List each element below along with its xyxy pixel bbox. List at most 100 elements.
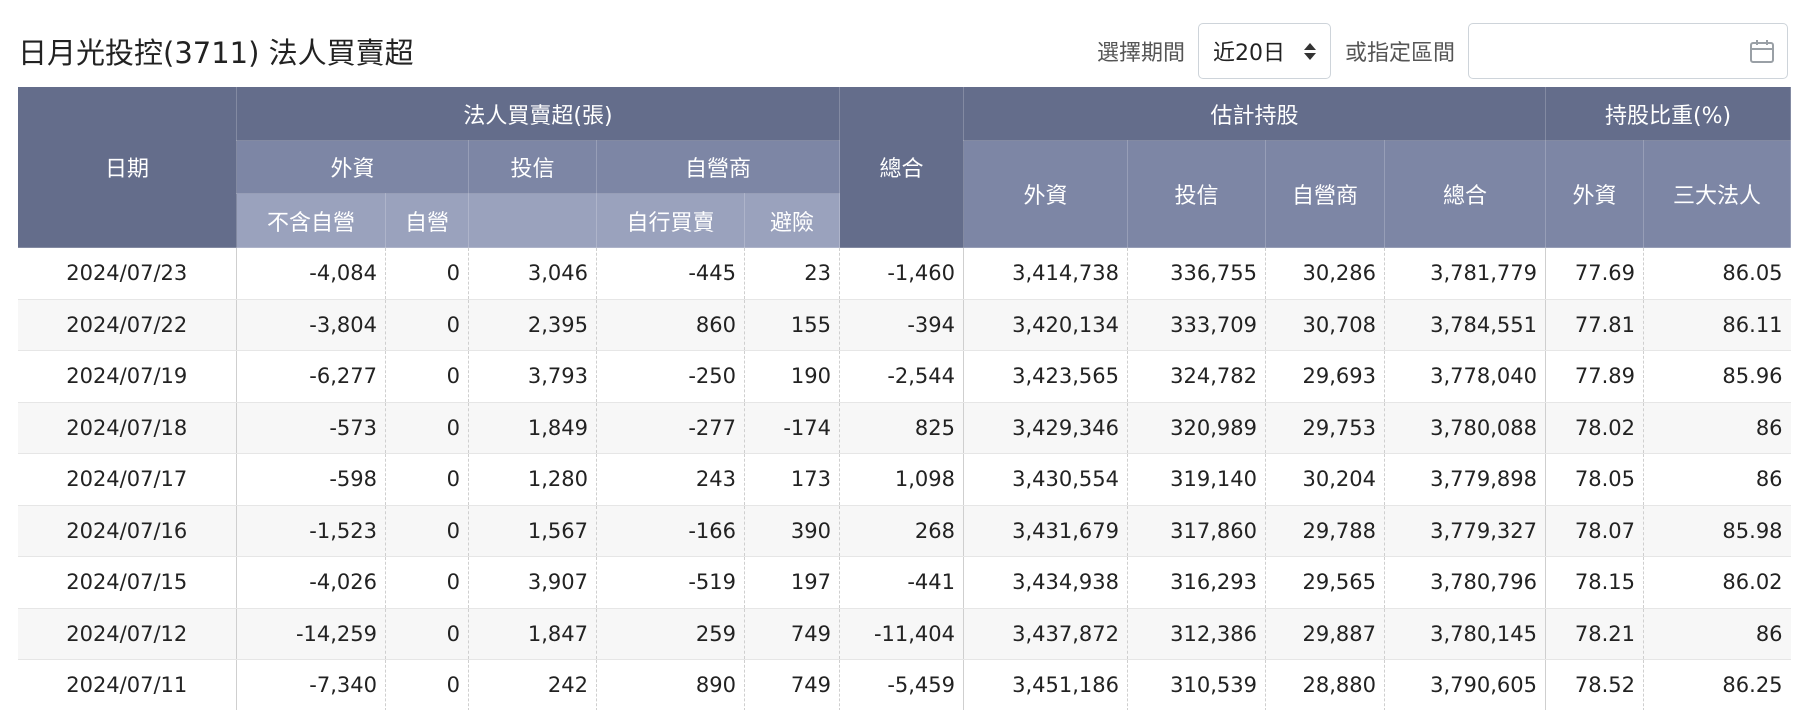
cell-trust: 3,793 (468, 350, 597, 403)
cell-date: 2024/07/23 (17, 247, 237, 300)
table-row: 2024/07/22 -3,804 0 2,395 860 155 -394 3,420,13… (17, 299, 1791, 351)
cell-holding-total: 3,780,088 (1384, 402, 1547, 454)
cell-holding-foreign: 3,420,134 (963, 299, 1129, 351)
header-foreign-excl[interactable]: 不含自營 (236, 193, 386, 248)
cell-holding-total: 3,779,898 (1384, 453, 1547, 506)
cell-holding-dealer: 28,880 (1265, 659, 1386, 710)
cell-dealer-self: 890 (596, 659, 745, 710)
cell-total: 1,098 (839, 453, 965, 506)
table-row: 2024/07/17 -598 0 1,280 243 173 1,098 3,430,554… (17, 453, 1791, 506)
cell-holding-trust: 320,989 (1127, 402, 1267, 454)
header-dealer-self[interactable]: 自行買賣 (596, 193, 745, 248)
cell-holding-total: 3,790,605 (1384, 659, 1547, 710)
cell-holding-total: 3,778,040 (1384, 350, 1547, 403)
cell-holding-foreign: 3,430,554 (963, 453, 1129, 506)
cell-foreign-excl: -598 (236, 453, 386, 506)
date-range-input[interactable] (1469, 24, 1787, 78)
header-net-group: 法人買賣超(張) (235, 86, 841, 141)
cell-holding-total: 3,784,551 (1384, 299, 1547, 351)
cell-holding-dealer: 29,693 (1265, 350, 1386, 403)
cell-dealer-hedge: 197 (744, 556, 841, 609)
cell-holding-total: 3,780,796 (1384, 556, 1547, 609)
cell-date: 2024/07/18 (17, 402, 237, 454)
cell-dealer-hedge: 190 (744, 350, 841, 403)
cell-ratio-foreign: 78.07 (1545, 505, 1645, 557)
header-trust[interactable]: 投信 (468, 140, 597, 194)
cell-holding-dealer: 30,286 (1265, 247, 1386, 300)
table-row: 2024/07/12 -14,259 0 1,847 259 749 -11,404 3,43… (17, 608, 1791, 660)
cell-holding-foreign: 3,429,346 (963, 402, 1129, 454)
cell-holding-trust: 336,755 (1127, 247, 1267, 300)
cell-dealer-self: 860 (596, 299, 745, 351)
header-dealer: 自營商 (595, 140, 841, 194)
cell-foreign-dealer: 0 (385, 505, 469, 557)
cell-holding-total: 3,779,327 (1384, 505, 1547, 557)
cell-ratio-foreign: 78.21 (1545, 608, 1645, 660)
period-select-value: 近20日 (1212, 41, 1285, 66)
period-select[interactable]: 近20日 (1197, 23, 1331, 79)
cell-ratio-three: 86.11 (1643, 299, 1791, 351)
cell-ratio-foreign: 77.89 (1545, 350, 1645, 403)
header-date[interactable]: 日期 (17, 86, 237, 248)
cell-dealer-self: 243 (596, 453, 745, 506)
cell-holding-foreign: 3,451,186 (963, 659, 1129, 710)
cell-total: -5,459 (839, 659, 965, 710)
header-dealer-hedge[interactable]: 避險 (743, 193, 841, 248)
cell-trust: 3,046 (468, 247, 597, 300)
header-ratio-three[interactable]: 三大法人 (1643, 140, 1792, 248)
table-row: 2024/07/15 -4,026 0 3,907 -519 197 -441 3,434,9… (17, 556, 1791, 609)
cell-foreign-dealer: 0 (385, 608, 469, 660)
cell-total: -11,404 (839, 608, 965, 660)
cell-holding-foreign: 3,431,679 (963, 505, 1129, 557)
cell-ratio-three: 86 (1643, 453, 1791, 506)
cell-date: 2024/07/11 (17, 659, 237, 710)
cell-dealer-self: -519 (596, 556, 745, 609)
header-holding-total[interactable]: 總合 (1384, 140, 1547, 248)
cell-ratio-three: 85.96 (1643, 350, 1791, 403)
range-label: 或指定區間 (1344, 41, 1455, 66)
cell-dealer-hedge: 749 (744, 659, 841, 710)
cell-holding-dealer: 30,708 (1265, 299, 1386, 351)
cell-total: -394 (839, 299, 965, 351)
cell-date: 2024/07/15 (17, 556, 237, 609)
select-arrows-icon (1303, 42, 1316, 60)
header-holding-foreign[interactable]: 外資 (963, 140, 1129, 248)
header-holding-dealer[interactable]: 自營商 (1265, 140, 1386, 248)
cell-foreign-dealer: 0 (385, 453, 469, 506)
period-controls: 選擇期間 近20日 或指定區間 (1097, 23, 1788, 79)
date-range-field[interactable] (1468, 23, 1788, 79)
cell-ratio-foreign: 78.52 (1545, 659, 1645, 710)
cell-holding-total: 3,780,145 (1384, 608, 1547, 660)
cell-foreign-excl: -14,259 (236, 608, 386, 660)
cell-total: -441 (839, 556, 965, 609)
cell-trust: 3,907 (468, 556, 597, 609)
header-ratio-foreign[interactable]: 外資 (1545, 140, 1645, 248)
cell-trust: 2,395 (468, 299, 597, 351)
cell-foreign-dealer: 0 (385, 402, 469, 454)
calendar-icon[interactable] (1749, 38, 1775, 68)
institutional-trading-table: 日期 法人買賣超(張) 總合 估計持股 持股比重(%) 外資 投信 自營商 外資… (17, 86, 1792, 710)
cell-date: 2024/07/19 (17, 350, 237, 403)
cell-holding-trust: 312,386 (1127, 608, 1267, 660)
cell-dealer-hedge: -174 (744, 402, 841, 454)
cell-dealer-hedge: 155 (744, 299, 841, 351)
page-title: 日月光投控(3711) 法人買賣超 (18, 36, 414, 70)
cell-dealer-self: -250 (596, 350, 745, 403)
table-row: 2024/07/11 -7,340 0 242 890 749 -5,459 3,451,18… (17, 659, 1791, 710)
cell-ratio-foreign: 77.69 (1545, 247, 1645, 300)
cell-total: -2,544 (839, 350, 965, 403)
cell-foreign-dealer: 0 (385, 299, 469, 351)
header-holding-trust[interactable]: 投信 (1127, 140, 1267, 248)
cell-holding-dealer: 29,565 (1265, 556, 1386, 609)
header-total[interactable]: 總合 (839, 86, 965, 248)
cell-holding-foreign: 3,423,565 (963, 350, 1129, 403)
cell-holding-dealer: 29,788 (1265, 505, 1386, 557)
table-row: 2024/07/19 -6,277 0 3,793 -250 190 -2,544 3,423… (17, 350, 1791, 403)
cell-total: -1,460 (839, 247, 965, 300)
cell-holding-foreign: 3,437,872 (963, 608, 1129, 660)
cell-total: 268 (839, 505, 965, 557)
cell-foreign-excl: -1,523 (236, 505, 386, 557)
cell-holding-trust: 324,782 (1127, 350, 1267, 403)
header-foreign-dealer[interactable]: 自營 (385, 193, 469, 248)
cell-ratio-three: 86.05 (1643, 247, 1791, 300)
